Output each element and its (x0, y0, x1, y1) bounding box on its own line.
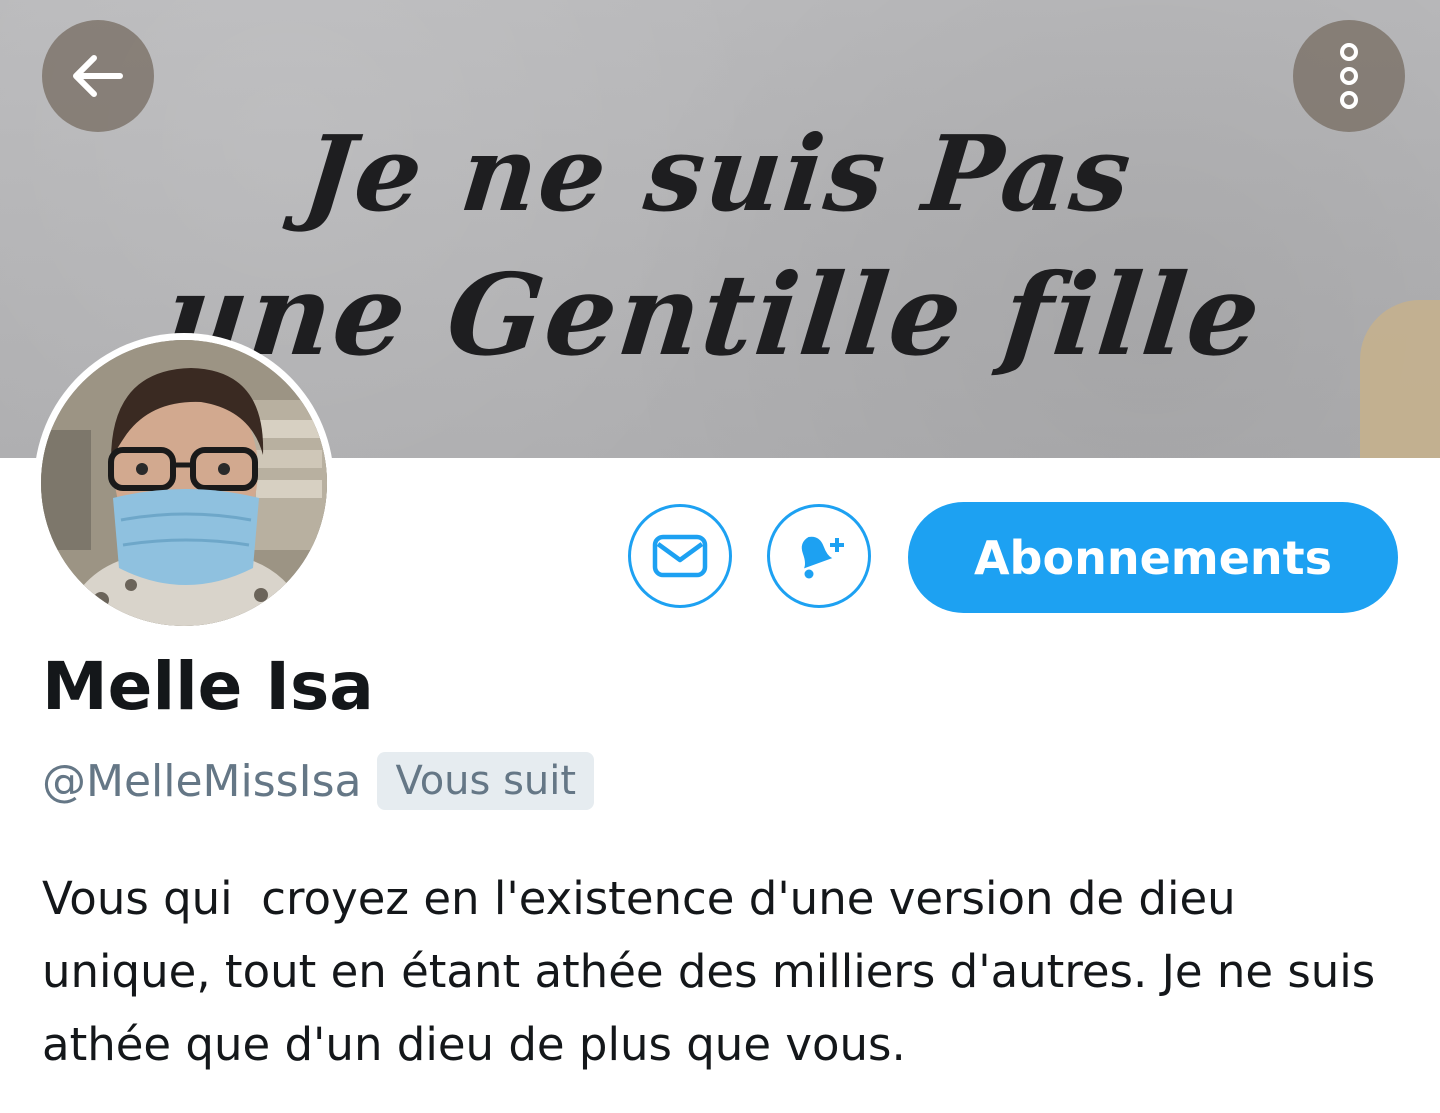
more-vertical-icon (1340, 43, 1358, 109)
following-button[interactable]: Abonnements (908, 502, 1398, 613)
avatar[interactable] (34, 333, 334, 633)
handle-row: @MelleMissIsa Vous suit (42, 748, 595, 814)
follows-you-badge: Vous suit (377, 752, 595, 810)
profile-page: Je ne suis Pas une Gentille fille Abonne… (0, 0, 1440, 1113)
avatar-photo (41, 340, 327, 626)
message-button[interactable] (628, 504, 732, 608)
bell-plus-icon (801, 536, 844, 579)
back-button[interactable] (42, 20, 154, 132)
banner-text-line-1: Je ne suis Pas (297, 112, 1139, 235)
profile-bio: Vous qui croyez en l'existence d'une ver… (42, 872, 1390, 1071)
notifications-button[interactable] (767, 504, 871, 608)
user-handle: @MelleMissIsa (42, 755, 362, 807)
display-name: Melle Isa (42, 648, 374, 725)
envelope-icon (652, 534, 708, 578)
arrow-left-icon (73, 55, 123, 97)
more-options-button[interactable] (1293, 20, 1405, 132)
avatar-portrait-illustration (41, 340, 327, 626)
